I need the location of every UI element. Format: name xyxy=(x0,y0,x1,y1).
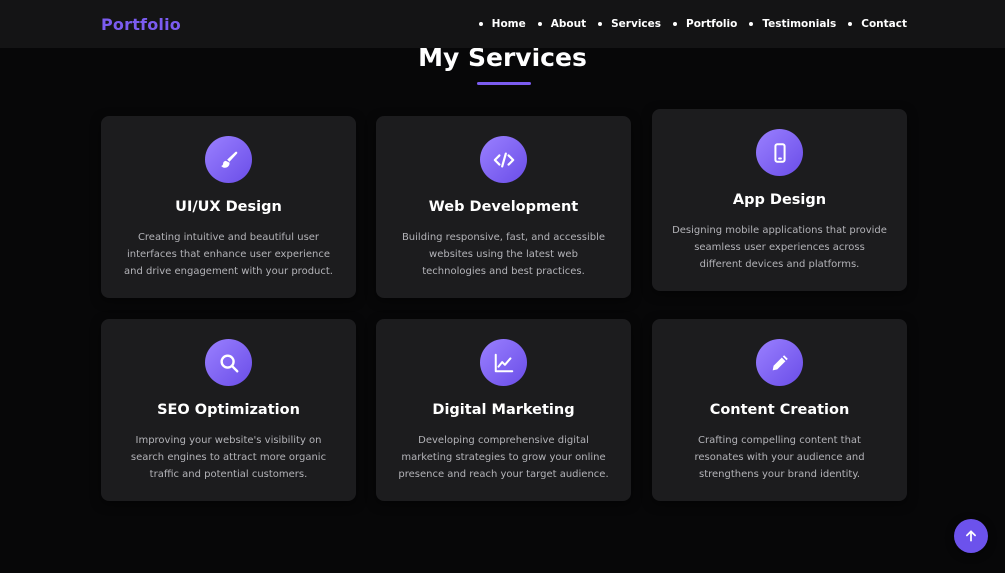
service-description: Improving your website's visibility on s… xyxy=(130,435,327,480)
service-card-ui-ux-design: UI/UX Design Creating intuitive and beau… xyxy=(101,116,356,298)
scroll-to-top-button[interactable] xyxy=(954,519,988,553)
paintbrush-icon xyxy=(205,136,252,183)
service-card-app-design: App Design Designing mobile applications… xyxy=(652,109,907,291)
service-card-seo-optimization: SEO Optimization Improving your website'… xyxy=(101,319,356,501)
nav-link-about[interactable]: About xyxy=(538,18,586,30)
nav-link-services[interactable]: Services xyxy=(598,18,661,30)
service-title: UI/UX Design xyxy=(175,199,282,215)
service-title: SEO Optimization xyxy=(157,402,300,418)
service-title: App Design xyxy=(732,192,827,208)
brand-logo[interactable]: Portfolio xyxy=(101,15,181,34)
nav-link-home[interactable]: Home xyxy=(479,18,526,30)
nav-links: Home About Services Portfolio Testimonia… xyxy=(467,18,907,30)
nav-link-testimonials[interactable]: Testimonials xyxy=(749,18,836,30)
nav-link-portfolio[interactable]: Portfolio xyxy=(673,18,737,30)
nav-link-contact[interactable]: Contact xyxy=(848,18,907,30)
service-description: Developing comprehensive digital marketi… xyxy=(398,435,609,480)
service-title: Digital Marketing xyxy=(432,402,575,418)
service-description: Crafting compelling content that resonat… xyxy=(694,435,865,480)
search-icon xyxy=(205,339,252,386)
mobile-phone-icon xyxy=(756,129,803,176)
service-title: Web Development xyxy=(428,199,579,215)
navbar: Portfolio Home About Services Portfolio … xyxy=(0,0,1005,48)
service-title: Content Creation xyxy=(709,402,850,418)
chart-line-icon xyxy=(480,339,527,386)
service-card-web-development: Web Development Building responsive, fas… xyxy=(376,116,631,298)
service-description: Building responsive, fast, and accessibl… xyxy=(401,232,606,277)
arrow-up-icon xyxy=(966,530,976,542)
service-card-digital-marketing: Digital Marketing Developing comprehensi… xyxy=(376,319,631,501)
code-icon xyxy=(480,136,527,183)
service-description: Creating intuitive and beautiful user in… xyxy=(124,232,333,277)
title-underline xyxy=(477,82,531,85)
service-description: Designing mobile applications that provi… xyxy=(672,225,887,270)
service-card-content-creation: Content Creation Crafting compelling con… xyxy=(652,319,907,501)
pencil-icon xyxy=(756,339,803,386)
